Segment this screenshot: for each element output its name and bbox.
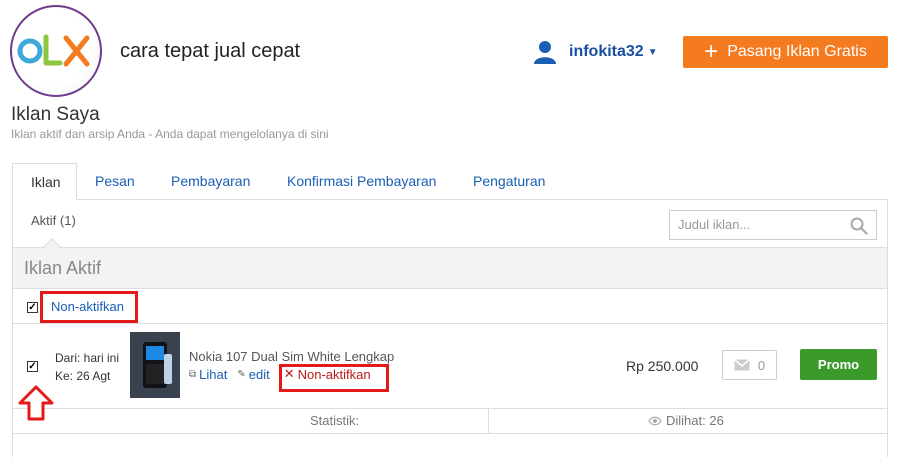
tab-konfirmasi-pembayaran[interactable]: Konfirmasi Pembayaran [287,163,436,200]
tab-bar: Iklan Pesan Pembayaran Konfirmasi Pembay… [12,163,888,200]
view-ad-link[interactable]: Lihat [199,367,227,382]
highlight-box [279,364,389,392]
views-label: Dilihat: 26 [666,413,724,428]
arrow-up-icon [18,385,54,421]
tab-pesan[interactable]: Pesan [95,163,135,200]
plus-icon: + [704,38,719,65]
phone-image [130,332,180,398]
search-box [669,210,877,240]
page-subtitle: Iklan aktif dan arsip Anda - Anda dapat … [11,127,329,141]
message-count: 0 [757,357,766,373]
filter-row: Aktif (1) [13,200,887,248]
tab-iklan[interactable]: Iklan [12,163,77,200]
promo-button[interactable]: Promo [800,349,877,380]
envelope-icon [733,359,750,371]
filter-active-link[interactable]: Aktif (1) [31,213,76,228]
eye-icon [648,416,662,425]
select-all-checkbox[interactable]: ✓ [27,302,38,313]
ad-title[interactable]: Nokia 107 Dual Sim White Lengkap [189,349,394,364]
edit-ad-link[interactable]: edit [249,367,270,382]
tab-pengaturan[interactable]: Pengaturan [473,163,545,200]
stats-divider [488,409,489,434]
bulk-action-row: ✓ Non-aktifkan [13,289,887,324]
tab-pembayaran[interactable]: Pembayaran [171,163,250,200]
section-title: Iklan Aktif [24,258,102,278]
search-icon[interactable] [850,217,868,235]
tagline: cara tepat jual cepat [120,40,301,62]
user-name: infokita32 [569,43,644,60]
post-ad-button[interactable]: + Pasang Iklan Gratis [683,36,888,68]
ad-date-to: Ke: 26 Agt [55,369,111,383]
stats-label: Statistik: [310,413,360,428]
ad-price: Rp 250.000 [626,358,699,374]
ad-row: ✓ Dari: hari ini Ke: 26 Agt Nokia 107 Du… [13,324,887,408]
pencil-icon: ✎ [237,368,246,380]
external-link-icon: ⧉ [189,368,197,380]
post-ad-label: Pasang Iklan Gratis [727,43,867,60]
search-input[interactable] [678,217,848,232]
ads-panel: Aktif (1) Iklan Aktif ✓ Non-aktifkan ✓ D… [12,200,888,457]
user-menu[interactable]: infokita32 ▼ [533,40,658,64]
highlight-box [40,291,138,323]
olx-logo[interactable] [10,5,102,97]
ad-date-from: Dari: hari ini [55,351,120,365]
ad-checkbox[interactable]: ✓ [27,361,38,372]
chevron-down-icon: ▼ [647,46,658,58]
olx-logo-icon [17,34,90,67]
user-icon [534,41,556,64]
messages-button[interactable]: 0 [722,350,777,380]
page-title: Iklan Saya [11,104,100,125]
ad-thumbnail[interactable] [130,332,180,398]
stats-row: Statistik: Dilihat: 26 [13,408,887,434]
section-header: Iklan Aktif [13,248,887,289]
views-count: Dilihat: 26 [648,413,724,428]
ad-dates: Dari: hari ini Ke: 26 Agt [55,349,119,385]
